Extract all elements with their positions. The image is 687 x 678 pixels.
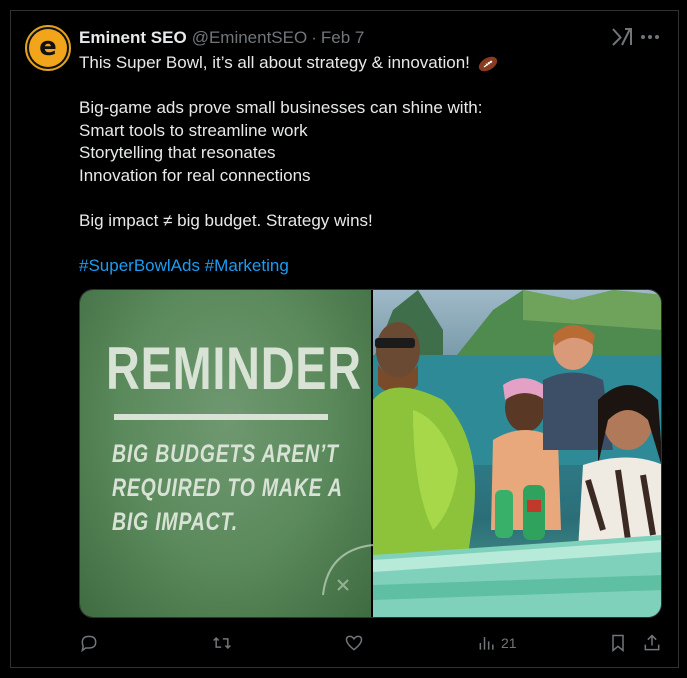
football-icon (478, 56, 497, 71)
views-icon (479, 637, 494, 650)
author-handle[interactable]: @EminentSEO (192, 28, 308, 48)
tweet-text-line-3: Big-game ads prove small businesses can … (79, 98, 483, 118)
reminder-heading: REMINDER (106, 335, 362, 402)
tweet-text-line-8: Big impact ≠ big budget. Strategy wins! (79, 211, 373, 231)
divider (10, 667, 679, 668)
grok-icon[interactable] (611, 27, 633, 47)
field-line-mark (322, 544, 374, 596)
hashtags-line: #SuperBowlAds #Marketing (79, 255, 659, 278)
tweet-date[interactable]: Feb 7 (321, 28, 364, 48)
like-icon (345, 635, 363, 651)
retweet-icon (213, 636, 231, 650)
tweet-text-line-5: Storytelling that resonates (79, 143, 276, 163)
reminder-image[interactable]: REMINDER BIG BUDGETS AREN’T REQUIRED TO … (80, 290, 374, 617)
reminder-line-2: REQUIRED TO MAKE A (112, 474, 343, 502)
tweet-text-line-6: Innovation for real connections (79, 165, 311, 185)
boat-scene-image[interactable] (373, 290, 661, 617)
tweet-text-line-1: This Super Bowl, it’s all about strategy… (79, 53, 470, 72)
like-button[interactable] (344, 630, 364, 656)
separator-dot: · (311, 28, 317, 47)
tweet-actions: 21 (79, 630, 662, 656)
tweet-media[interactable]: REMINDER BIG BUDGETS AREN’T REQUIRED TO … (79, 289, 662, 618)
views-count: 21 (501, 635, 517, 651)
tweet-text: This Super Bowl, it’s all about strategy… (79, 52, 659, 278)
tweet-header: Eminent SEO @EminentSEO · Feb 7 (79, 27, 364, 49)
boat-scene (373, 290, 661, 617)
tweet-text-line: This Super Bowl, it’s all about strategy… (79, 52, 659, 75)
bookmark-button[interactable] (608, 630, 628, 656)
reply-icon (81, 635, 97, 653)
retweet-button[interactable] (212, 630, 232, 656)
avatar[interactable]: e (25, 25, 71, 71)
reminder-tagline: BIG BUDGETS AREN’T REQUIRED TO MAKE A BI… (112, 437, 343, 539)
share-icon (644, 634, 660, 651)
tweet-text-line-4: Smart tools to streamline work (79, 120, 308, 140)
reply-button[interactable] (79, 630, 99, 656)
more-icon[interactable] (641, 35, 659, 39)
avatar-letter: e (39, 32, 57, 62)
views-button[interactable]: 21 (477, 630, 517, 656)
reminder-line-1: BIG BUDGETS AREN’T (112, 440, 339, 468)
avatar-logo: e (29, 29, 67, 67)
reminder-rule (114, 414, 328, 420)
reminder-line-3: BIG IMPACT. (112, 508, 238, 536)
hashtag-superbowlads[interactable]: #SuperBowlAds (79, 256, 200, 275)
author-name[interactable]: Eminent SEO (79, 28, 187, 48)
hashtag-marketing[interactable]: #Marketing (205, 256, 289, 275)
bookmark-icon (612, 634, 624, 653)
share-button[interactable] (642, 630, 662, 656)
